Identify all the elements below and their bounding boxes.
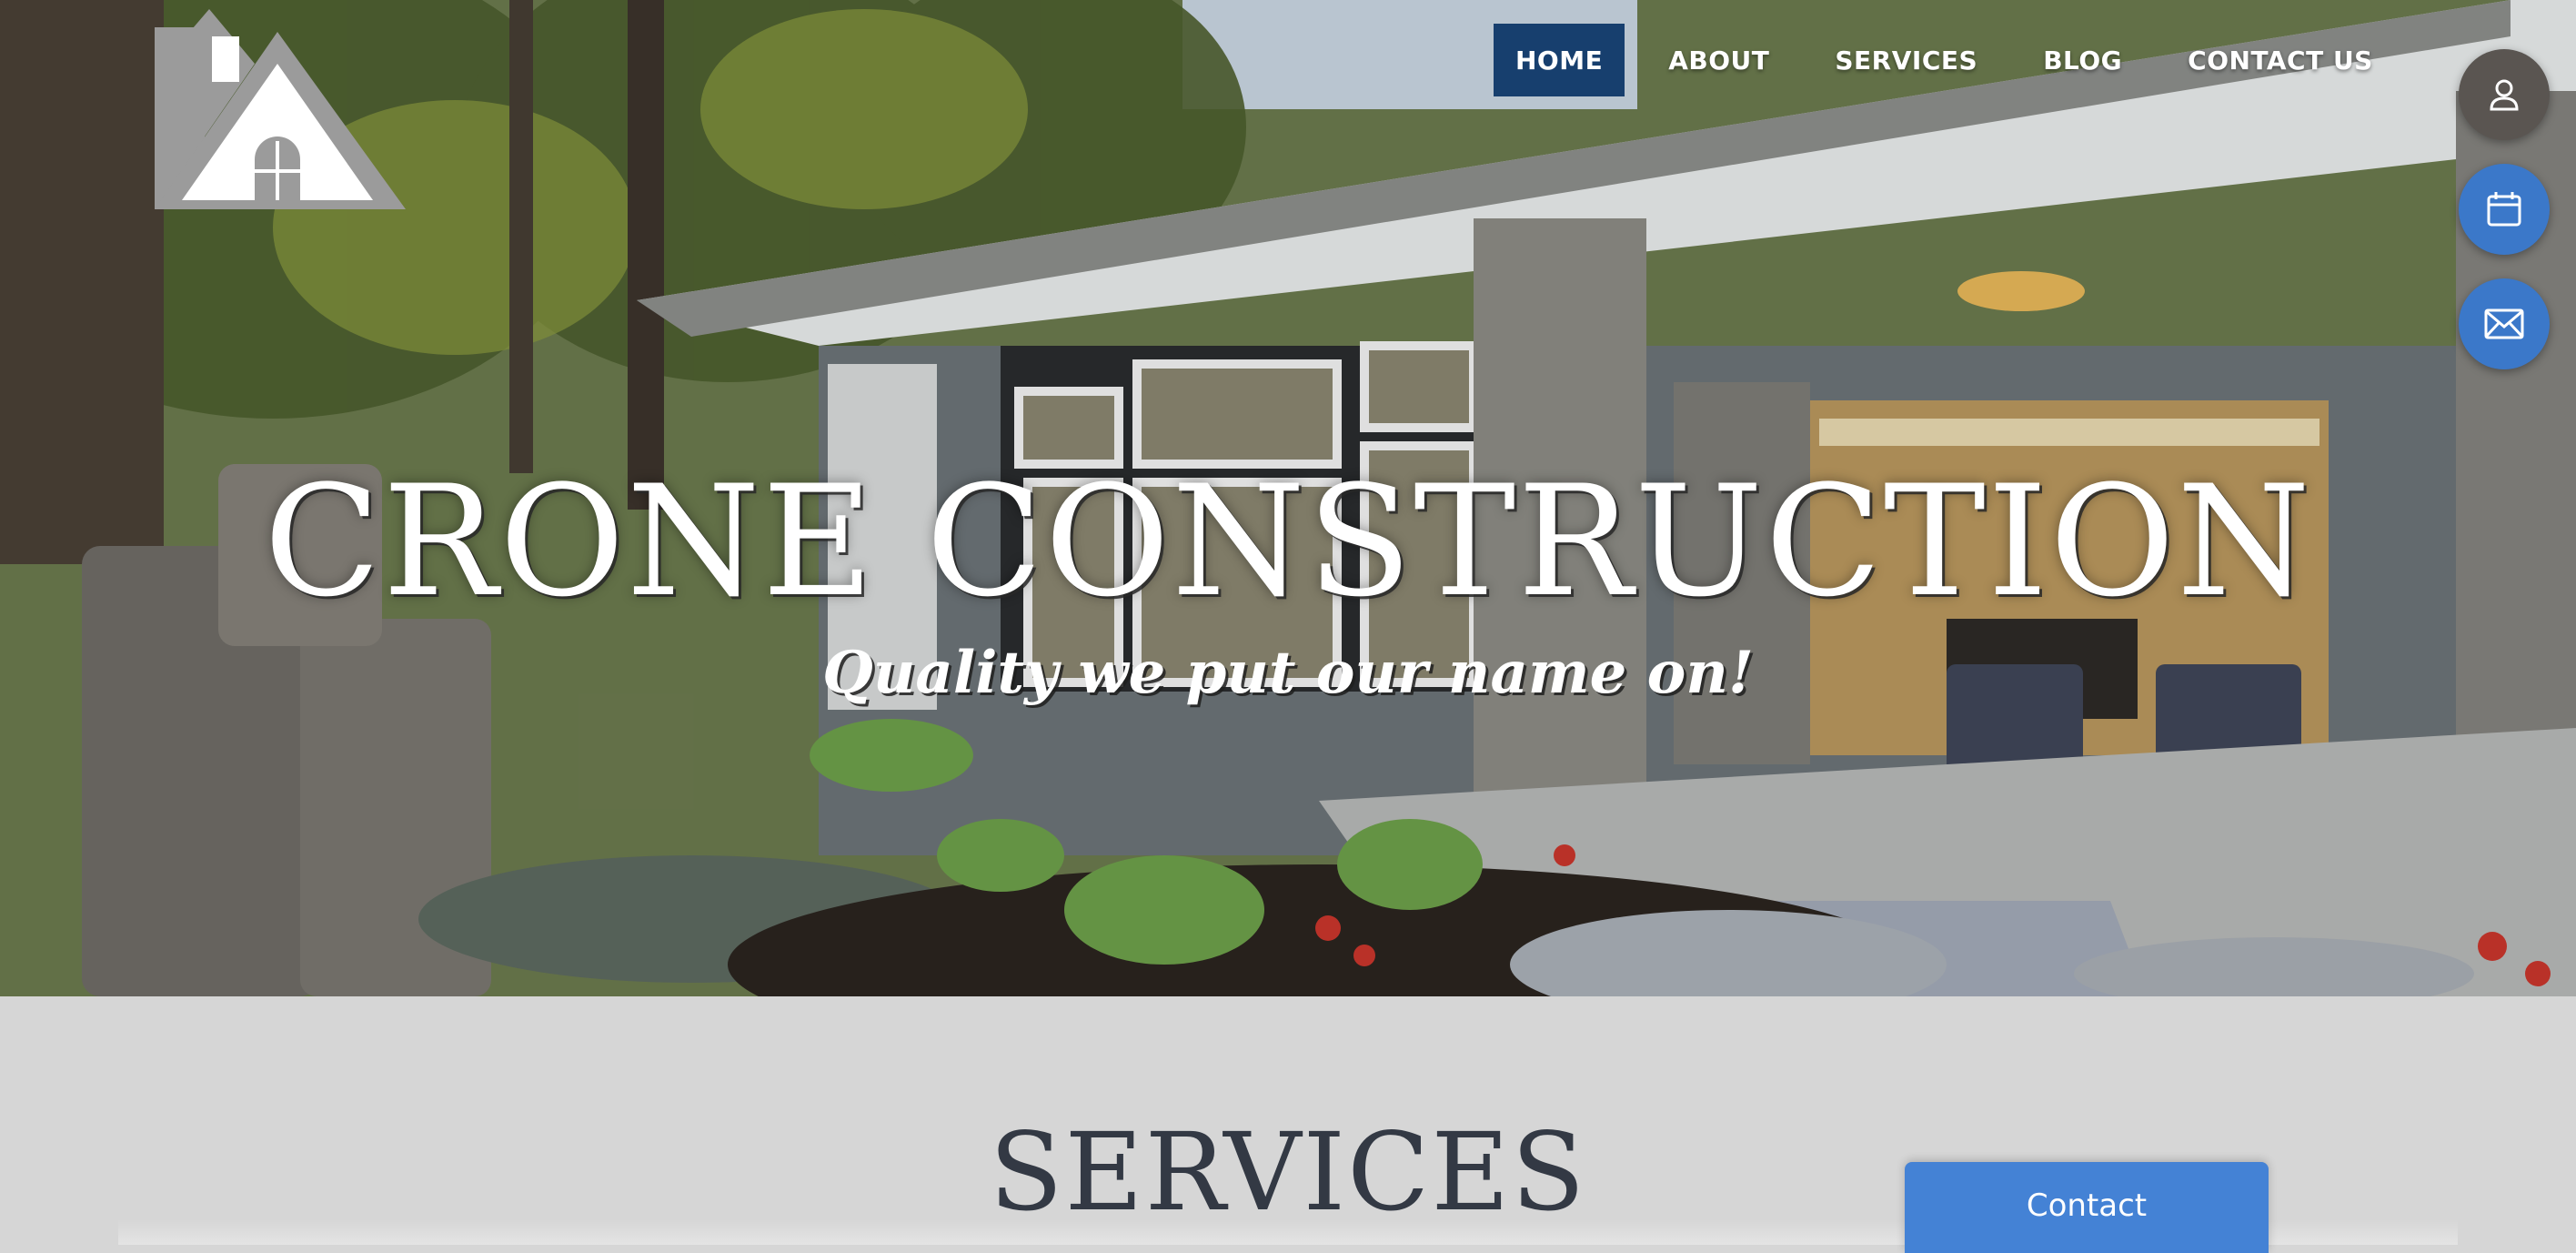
hero-title: CRONE CONSTRUCTION [264,452,2312,631]
company-logo[interactable] [155,9,406,211]
email-button[interactable] [2459,278,2550,369]
calendar-icon [2487,192,2521,227]
nav-item-about[interactable]: ABOUT [1646,24,1791,96]
schedule-button[interactable] [2459,164,2550,255]
mail-icon [2484,308,2524,339]
main-nav: HOME ABOUT SERVICES BLOG CONTACT US [1494,24,2417,96]
nav-item-blog[interactable]: BLOG [2021,24,2144,96]
contact-widget-button[interactable]: Contact [1905,1162,2269,1253]
hero-tagline: Quality we put our name on! [822,639,1754,707]
user-icon [2490,79,2519,111]
nav-item-contact-us[interactable]: CONTACT US [2166,24,2395,96]
account-button[interactable] [2459,49,2550,140]
nav-item-services[interactable]: SERVICES [1813,24,1999,96]
nav-item-home[interactable]: HOME [1494,24,1625,96]
hero-section: HOME ABOUT SERVICES BLOG CONTACT US CRON… [0,0,2576,996]
